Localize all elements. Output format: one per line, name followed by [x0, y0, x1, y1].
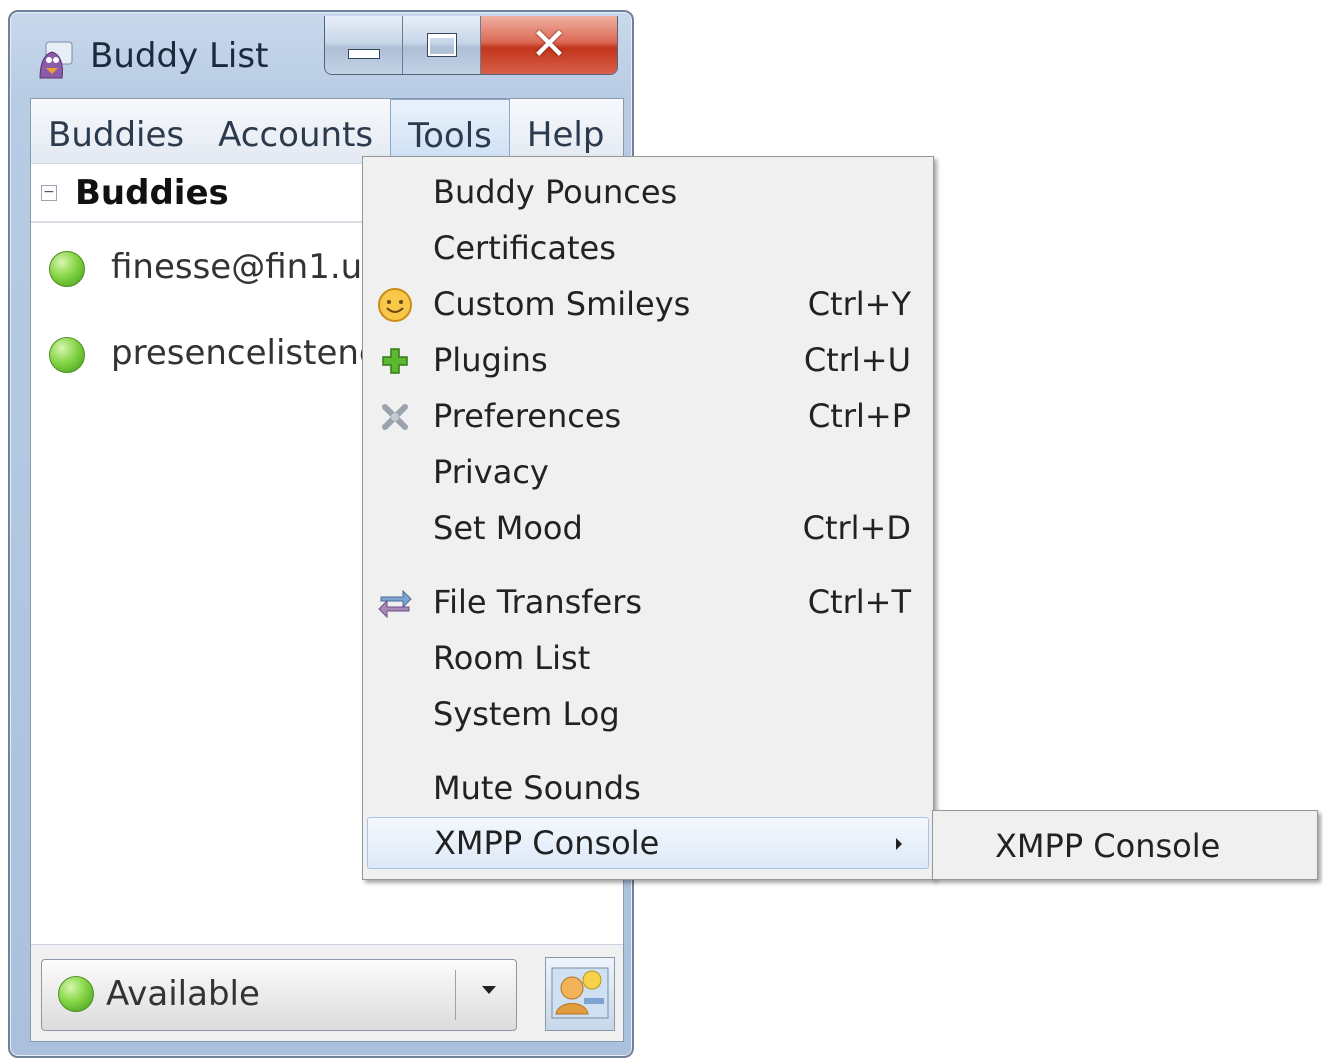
avatar-icon	[551, 967, 609, 1019]
pidgin-app-icon	[39, 41, 73, 79]
online-status-icon	[49, 251, 85, 287]
menu-item-room-list[interactable]: Room List	[363, 633, 933, 685]
menu-item-custom-smileys[interactable]: Custom Smileys Ctrl+Y	[363, 279, 933, 331]
submenu-item-xmpp-console[interactable]: XMPP Console	[995, 827, 1220, 865]
menu-item-label: Custom Smileys	[433, 285, 691, 323]
menu-item-label: Plugins	[433, 341, 548, 379]
collapse-icon[interactable]: −	[41, 185, 57, 201]
xmpp-console-submenu: XMPP Console	[932, 810, 1318, 880]
minimize-button[interactable]	[325, 16, 403, 74]
menu-item-label: XMPP Console	[434, 824, 660, 862]
submenu-arrow-icon	[896, 838, 902, 850]
menu-item-label: System Log	[433, 695, 620, 733]
menu-bar: Buddies Accounts Tools Help	[31, 99, 623, 164]
close-icon: ✕	[530, 19, 568, 70]
menu-buddies[interactable]: Buddies	[31, 99, 201, 163]
menu-item-shortcut: Ctrl+U	[803, 341, 911, 379]
menu-item-label: Room List	[433, 639, 591, 677]
menu-item-label: Certificates	[433, 229, 616, 267]
combo-separator	[455, 970, 456, 1020]
menu-item-label: Privacy	[433, 453, 549, 491]
menu-item-shortcut: Ctrl+D	[802, 509, 911, 547]
menu-item-label: Preferences	[433, 397, 622, 435]
group-label: Buddies	[75, 173, 229, 213]
buddy-name: finesse@fin1.ucc	[111, 247, 400, 287]
status-selector[interactable]: Available	[41, 959, 517, 1031]
available-status-icon	[58, 976, 94, 1012]
menu-item-file-transfers[interactable]: File Transfers Ctrl+T	[363, 577, 933, 629]
maximize-icon	[426, 33, 457, 57]
minimize-icon	[347, 49, 380, 59]
preferences-icon	[382, 404, 408, 430]
tools-dropdown-menu: Buddy Pounces Certificates Custom Smiley…	[362, 156, 934, 880]
menu-item-certificates[interactable]: Certificates	[363, 223, 933, 275]
menu-item-shortcut: Ctrl+Y	[807, 285, 911, 323]
menu-item-plugins[interactable]: Plugins Ctrl+U	[363, 335, 933, 387]
status-selected: Available	[106, 974, 260, 1014]
menu-item-label: File Transfers	[433, 583, 643, 621]
close-button[interactable]: ✕	[481, 16, 617, 74]
menu-item-shortcut: Ctrl+T	[807, 583, 911, 621]
maximize-button[interactable]	[403, 16, 481, 74]
menu-item-set-mood[interactable]: Set Mood Ctrl+D	[363, 503, 933, 555]
file-transfer-icon	[378, 589, 412, 619]
menu-help[interactable]: Help	[510, 99, 622, 163]
menu-item-label: Mute Sounds	[433, 769, 641, 807]
online-status-icon	[49, 337, 85, 373]
dropdown-arrow-icon[interactable]	[482, 986, 496, 994]
buddy-icon-button[interactable]	[545, 957, 615, 1031]
window-title: Buddy List	[90, 36, 269, 76]
buddy-name: presencelistener	[111, 333, 394, 373]
plugin-icon	[382, 348, 408, 374]
window-controls: ✕	[324, 16, 618, 75]
menu-item-privacy[interactable]: Privacy	[363, 447, 933, 499]
menu-item-mute-sounds[interactable]: Mute Sounds	[363, 763, 933, 815]
menu-item-buddy-pounces[interactable]: Buddy Pounces	[363, 167, 933, 219]
menu-item-preferences[interactable]: Preferences Ctrl+P	[363, 391, 933, 443]
smiley-icon	[378, 288, 412, 322]
menu-item-label: Buddy Pounces	[433, 173, 678, 211]
menu-item-shortcut: Ctrl+P	[807, 397, 911, 435]
menu-accounts[interactable]: Accounts	[201, 99, 390, 163]
menu-item-xmpp-console[interactable]: XMPP Console	[367, 817, 929, 869]
status-area: Available	[31, 944, 623, 1041]
title-bar[interactable]: Buddy List ✕	[10, 12, 632, 96]
menu-item-system-log[interactable]: System Log	[363, 689, 933, 741]
menu-item-label: Set Mood	[433, 509, 583, 547]
menu-tools[interactable]: Tools	[390, 99, 510, 163]
